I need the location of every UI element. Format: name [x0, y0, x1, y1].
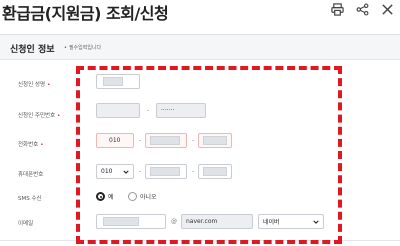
redacted-block: [203, 167, 227, 176]
section-title: 신청인 정보: [10, 45, 55, 55]
phone-label-text: 전화번호: [18, 142, 39, 148]
close-icon[interactable]: [381, 3, 394, 16]
sms-no-radio[interactable]: 아니오: [128, 192, 157, 201]
email-domain-select-value: 네이버: [263, 219, 280, 226]
mobile-label: 휴대폰번호: [18, 170, 43, 178]
radio-selected-icon: [96, 192, 105, 201]
page-title: 환급금(지원금) 조회/신청: [2, 4, 169, 23]
page-actions: [331, 3, 394, 16]
redacted-block: [203, 136, 227, 145]
phone-prefix-value: 010: [109, 137, 121, 144]
name-field[interactable]: [96, 74, 140, 89]
email-label-text: 이메일: [18, 221, 34, 227]
sms-no-label: 아니오: [140, 194, 157, 201]
required-note-text: 필수입력입니다: [68, 45, 102, 51]
at-symbol: @: [171, 218, 177, 225]
mobile-middle-field[interactable]: [145, 164, 187, 179]
email-domain-select[interactable]: 네이버: [258, 214, 324, 229]
phone-last-field[interactable]: [198, 133, 232, 148]
section-divider: [0, 240, 400, 241]
mobile-prefix-select[interactable]: 010: [96, 164, 134, 179]
chevron-down-icon: [123, 169, 129, 174]
redacted-block: [150, 136, 180, 145]
sms-yes-label: 예: [108, 194, 114, 201]
sms-label: SMS 수신: [18, 194, 42, 202]
email-domain-field[interactable]: naver.com: [181, 214, 253, 229]
required-mark: •: [47, 82, 51, 88]
share-icon[interactable]: [356, 3, 369, 16]
redacted-block: [103, 77, 123, 86]
separator: -: [147, 107, 150, 114]
radio-unselected-icon: [128, 192, 137, 201]
required-mark: •: [57, 113, 61, 119]
rrn-back-field[interactable]: ·······: [156, 103, 206, 118]
email-id-field[interactable]: [96, 214, 166, 229]
mobile-label-text: 휴대폰번호: [18, 172, 44, 178]
separator: -: [139, 168, 142, 175]
mobile-prefix-value: 010: [101, 168, 113, 175]
required-note: • 필수입력입니다: [64, 44, 101, 51]
section-header: 신청인 정보 • 필수입력입니다: [0, 34, 400, 60]
name-label: 신청인 성명 •: [18, 80, 50, 88]
rrn-label-text: 신청인 주민번호: [18, 113, 56, 119]
required-mark: •: [40, 142, 44, 148]
rrn-back-value: ·······: [161, 107, 175, 114]
email-domain-value: naver.com: [186, 218, 218, 225]
chevron-down-icon: [313, 219, 319, 224]
mobile-last-field[interactable]: [198, 164, 232, 179]
rrn-label: 신청인 주민번호 •: [18, 111, 60, 119]
phone-middle-field[interactable]: [145, 133, 187, 148]
rrn-front-field[interactable]: [96, 103, 140, 118]
redacted-block: [150, 167, 180, 176]
phone-prefix-field[interactable]: 010: [96, 133, 134, 148]
email-label: 이메일: [18, 219, 33, 227]
separator: -: [192, 168, 195, 175]
separator: -: [139, 137, 142, 144]
separator: -: [192, 137, 195, 144]
required-mark: •: [64, 45, 67, 51]
sms-label-text: SMS 수신: [18, 196, 42, 202]
redacted-block: [103, 217, 139, 226]
phone-label: 전화번호 •: [18, 140, 44, 148]
print-icon[interactable]: [331, 3, 344, 16]
sms-yes-radio[interactable]: 예: [96, 192, 114, 201]
name-label-text: 신청인 성명: [18, 82, 46, 88]
